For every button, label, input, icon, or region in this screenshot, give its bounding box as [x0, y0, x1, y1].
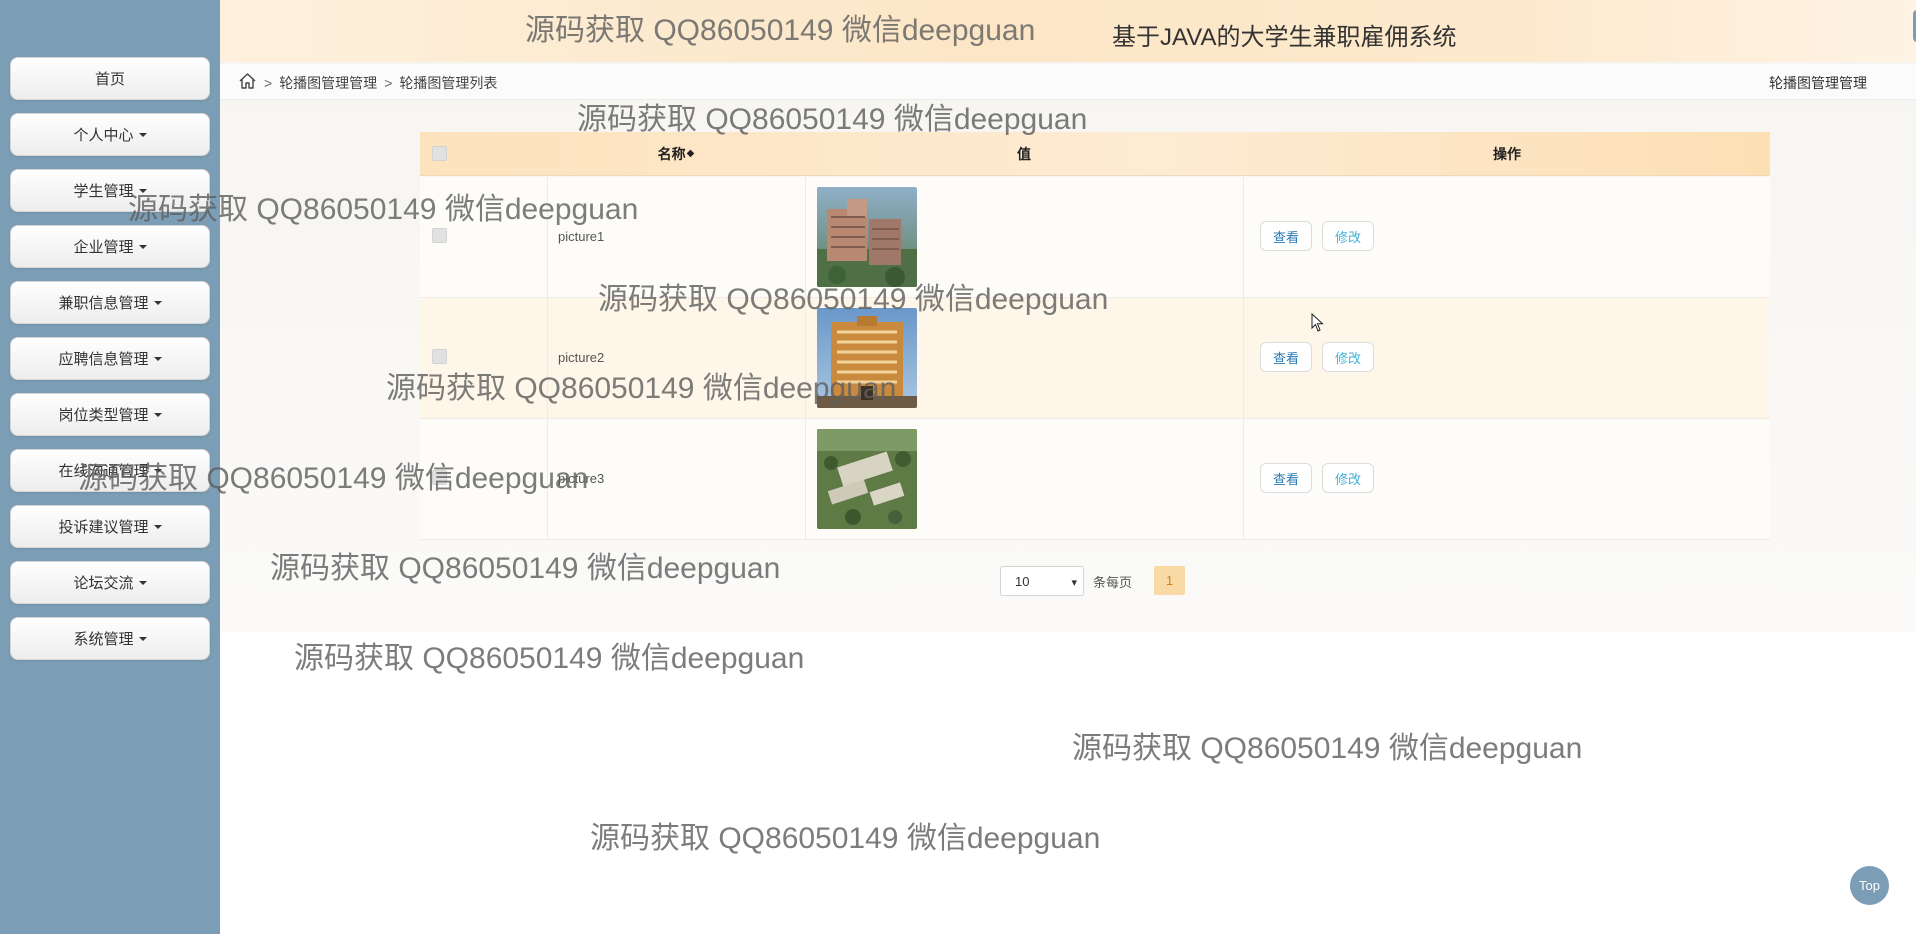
row-image[interactable]: [817, 187, 917, 287]
edit-button[interactable]: 修改: [1322, 221, 1374, 251]
per-page-label: 条每页: [1093, 575, 1133, 590]
sidebar-item-complaints[interactable]: 投诉建议管理: [10, 505, 210, 548]
column-header-name[interactable]: 名称 ◆: [548, 132, 804, 176]
home-icon[interactable]: [238, 72, 257, 93]
table-row: picture2 查看 修改: [420, 298, 1770, 419]
sidebar-item-companies[interactable]: 企业管理: [10, 225, 210, 268]
view-button[interactable]: 查看: [1260, 342, 1312, 372]
page-section-title: 轮播图管理管理: [1769, 75, 1867, 91]
page-button-current[interactable]: 1: [1154, 566, 1185, 595]
caret-down-icon: [153, 468, 162, 473]
caret-down-icon: [153, 356, 162, 361]
top-header: 基于JAVA的大学生兼职雇佣系统: [220, 0, 1916, 62]
row-image[interactable]: [817, 308, 917, 408]
breadcrumb-separator: >: [264, 74, 273, 91]
row-checkbox[interactable]: [432, 228, 447, 243]
sidebar-item-label: 个人中心: [73, 127, 134, 144]
cell-name: picture1: [558, 229, 605, 244]
breadcrumb-separator: >: [384, 74, 393, 91]
caret-down-icon: [153, 300, 162, 305]
select-all-checkbox[interactable]: [432, 146, 447, 161]
caret-down-icon: [138, 580, 147, 585]
sidebar-item-label: 学生管理: [73, 183, 134, 200]
cell-name: picture3: [558, 471, 605, 486]
table-row: picture3 查看 修改: [420, 419, 1770, 540]
chevron-down-icon: ▾: [1071, 577, 1077, 589]
sidebar-item-students[interactable]: 学生管理: [10, 169, 210, 212]
view-button[interactable]: 查看: [1260, 221, 1312, 251]
watermark-text: 源码获取 QQ86050149 微信deepguan: [1072, 732, 1583, 765]
edit-button[interactable]: 修改: [1322, 463, 1374, 493]
cell-name: picture2: [558, 350, 605, 365]
sidebar-item-label: 岗位类型管理: [58, 407, 149, 424]
row-checkbox[interactable]: [432, 349, 447, 364]
caret-down-icon: [153, 412, 162, 417]
watermark-text: 源码获取 QQ86050149 微信deepguan: [590, 822, 1101, 855]
sidebar-item-label: 投诉建议管理: [58, 519, 149, 536]
sidebar-item-label: 在线沟通管理: [58, 463, 149, 480]
sidebar-item-job-types[interactable]: 岗位类型管理: [10, 393, 210, 436]
back-to-top-button[interactable]: Top: [1850, 866, 1889, 905]
app-title: 基于JAVA的大学生兼职雇佣系统: [1112, 24, 1457, 51]
sidebar-item-label: 首页: [94, 71, 125, 88]
sidebar-item-chat[interactable]: 在线沟通管理: [10, 449, 210, 492]
sidebar-item-forum[interactable]: 论坛交流: [10, 561, 210, 604]
caret-down-icon: [138, 132, 147, 137]
mouse-cursor-icon: [1311, 313, 1324, 332]
sidebar: 首页 个人中心 学生管理 企业管理 兼职信息管理 应聘信息管理 岗位类型管理 在…: [0, 0, 220, 934]
sidebar-item-label: 企业管理: [73, 239, 134, 256]
sidebar-item-jobs[interactable]: 兼职信息管理: [10, 281, 210, 324]
sidebar-item-label: 论坛交流: [73, 575, 134, 592]
column-header-value: 值: [1017, 146, 1031, 162]
breadcrumb: > 轮播图管理管理 > 轮播图管理列表: [238, 72, 497, 93]
row-checkbox[interactable]: [432, 470, 447, 485]
sidebar-item-label: 应聘信息管理: [58, 351, 149, 368]
sidebar-item-system[interactable]: 系统管理: [10, 617, 210, 660]
column-header-actions: 操作: [1493, 146, 1521, 162]
caret-down-icon: [153, 524, 162, 529]
edit-button[interactable]: 修改: [1322, 342, 1374, 372]
page-size-select[interactable]: 10 ▾: [1000, 566, 1084, 596]
table-header: 名称 ◆ 值 操作: [420, 132, 1770, 176]
watermark-text: 源码获取 QQ86050149 微信deepguan: [294, 642, 805, 675]
sidebar-item-applications[interactable]: 应聘信息管理: [10, 337, 210, 380]
row-image[interactable]: [817, 429, 917, 529]
sidebar-item-personal-center[interactable]: 个人中心: [10, 113, 210, 156]
breadcrumb-item[interactable]: 轮播图管理管理: [279, 73, 377, 93]
view-button[interactable]: 查看: [1260, 463, 1312, 493]
sidebar-item-label: 兼职信息管理: [58, 295, 149, 312]
caret-down-icon: [138, 636, 147, 641]
sort-icon: ◆: [686, 148, 695, 159]
caret-down-icon: [138, 244, 147, 249]
breadcrumb-item: 轮播图管理列表: [399, 74, 498, 91]
sidebar-item-label: 系统管理: [73, 631, 134, 648]
sidebar-item-home[interactable]: 首页: [10, 57, 210, 100]
caret-down-icon: [138, 188, 147, 193]
table-row: picture1 查看 修改: [420, 177, 1770, 298]
